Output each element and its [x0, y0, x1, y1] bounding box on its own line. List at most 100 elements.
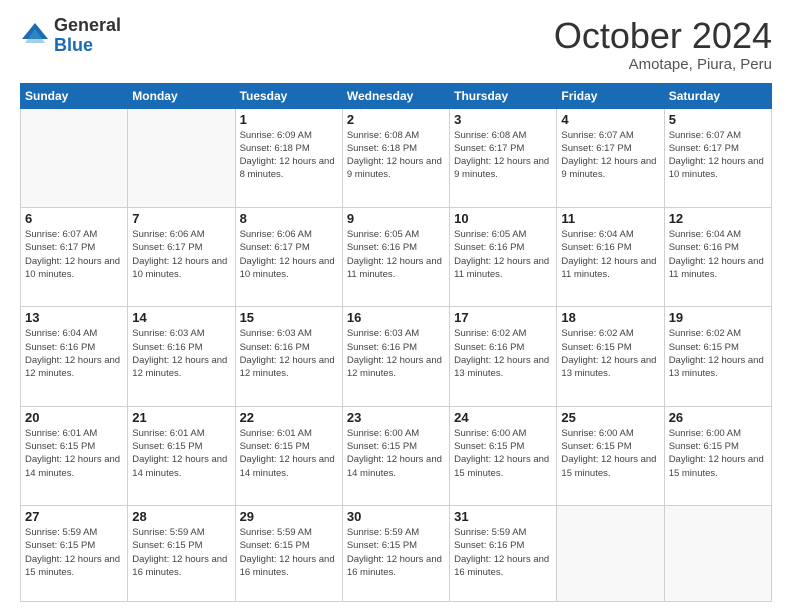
calendar-week-row: 6 Sunrise: 6:07 AM Sunset: 6:17 PM Daylig…	[21, 207, 772, 306]
calendar-cell: 24 Sunrise: 6:00 AM Sunset: 6:15 PM Dayli…	[450, 406, 557, 505]
calendar-cell	[128, 108, 235, 207]
header: General Blue October 2024 Amotape, Piura…	[20, 16, 772, 73]
day-info: Sunrise: 6:07 AM Sunset: 6:17 PM Dayligh…	[561, 129, 659, 182]
calendar-cell: 6 Sunrise: 6:07 AM Sunset: 6:17 PM Daylig…	[21, 207, 128, 306]
calendar-cell: 19 Sunrise: 6:02 AM Sunset: 6:15 PM Dayli…	[664, 307, 771, 406]
calendar-cell: 5Sunrise: 6:07 AM Sunset: 6:17 PM Daylig…	[664, 108, 771, 207]
calendar-cell: 20Sunrise: 6:01 AM Sunset: 6:15 PM Dayli…	[21, 406, 128, 505]
day-info: Sunrise: 6:03 AM Sunset: 6:16 PM Dayligh…	[240, 327, 338, 380]
day-number: 23	[347, 410, 445, 425]
day-info: Sunrise: 5:59 AM Sunset: 6:15 PM Dayligh…	[240, 526, 338, 579]
day-number: 16	[347, 310, 445, 325]
calendar-table: SundayMondayTuesdayWednesdayThursdayFrid…	[20, 83, 772, 602]
calendar-cell: 4 Sunrise: 6:07 AM Sunset: 6:17 PM Daylig…	[557, 108, 664, 207]
day-number: 17	[454, 310, 552, 325]
day-number: 30	[347, 509, 445, 524]
day-number: 18	[561, 310, 659, 325]
calendar-cell: 2 Sunrise: 6:08 AM Sunset: 6:18 PM Daylig…	[342, 108, 449, 207]
day-number: 19	[669, 310, 767, 325]
day-info: Sunrise: 6:03 AM Sunset: 6:16 PM Dayligh…	[132, 327, 230, 380]
day-info: Sunrise: 6:06 AM Sunset: 6:17 PM Dayligh…	[132, 228, 230, 281]
calendar-cell: 21 Sunrise: 6:01 AM Sunset: 6:15 PM Dayli…	[128, 406, 235, 505]
calendar-cell: 23 Sunrise: 6:00 AM Sunset: 6:15 PM Dayli…	[342, 406, 449, 505]
day-info: Sunrise: 5:59 AM Sunset: 6:15 PM Dayligh…	[347, 526, 445, 579]
day-info: Sunrise: 6:07 AM Sunset: 6:17 PM Dayligh…	[25, 228, 123, 281]
calendar-cell: 12 Sunrise: 6:04 AM Sunset: 6:16 PM Dayli…	[664, 207, 771, 306]
day-number: 24	[454, 410, 552, 425]
calendar-cell: 18 Sunrise: 6:02 AM Sunset: 6:15 PM Dayli…	[557, 307, 664, 406]
day-info: Sunrise: 6:08 AM Sunset: 6:18 PM Dayligh…	[347, 129, 445, 182]
calendar-cell: 14 Sunrise: 6:03 AM Sunset: 6:16 PM Dayli…	[128, 307, 235, 406]
day-info: Sunrise: 6:01 AM Sunset: 6:15 PM Dayligh…	[132, 427, 230, 480]
calendar-cell: 27 Sunrise: 5:59 AM Sunset: 6:15 PM Dayli…	[21, 506, 128, 602]
day-number: 3	[454, 112, 552, 127]
day-number: 13	[25, 310, 123, 325]
day-number: 8	[240, 211, 338, 226]
calendar-day-header: Friday	[557, 83, 664, 108]
calendar-week-row: 20Sunrise: 6:01 AM Sunset: 6:15 PM Dayli…	[21, 406, 772, 505]
day-number: 22	[240, 410, 338, 425]
logo-general-text: General	[54, 15, 121, 35]
day-number: 26	[669, 410, 767, 425]
calendar-cell: 1 Sunrise: 6:09 AM Sunset: 6:18 PM Daylig…	[235, 108, 342, 207]
calendar-cell: 16 Sunrise: 6:03 AM Sunset: 6:16 PM Dayli…	[342, 307, 449, 406]
logo-blue-text: Blue	[54, 35, 93, 55]
day-info: Sunrise: 5:59 AM Sunset: 6:15 PM Dayligh…	[25, 526, 123, 579]
title-block: October 2024 Amotape, Piura, Peru	[554, 16, 772, 73]
day-number: 29	[240, 509, 338, 524]
calendar-cell: 10Sunrise: 6:05 AM Sunset: 6:16 PM Dayli…	[450, 207, 557, 306]
calendar-week-row: 1 Sunrise: 6:09 AM Sunset: 6:18 PM Daylig…	[21, 108, 772, 207]
day-info: Sunrise: 6:04 AM Sunset: 6:16 PM Dayligh…	[561, 228, 659, 281]
day-info: Sunrise: 6:00 AM Sunset: 6:15 PM Dayligh…	[454, 427, 552, 480]
calendar-cell	[664, 506, 771, 602]
location: Amotape, Piura, Peru	[554, 56, 772, 73]
day-info: Sunrise: 6:04 AM Sunset: 6:16 PM Dayligh…	[669, 228, 767, 281]
day-number: 27	[25, 509, 123, 524]
day-number: 21	[132, 410, 230, 425]
day-number: 5	[669, 112, 767, 127]
calendar-cell: 8Sunrise: 6:06 AM Sunset: 6:17 PM Daylig…	[235, 207, 342, 306]
day-number: 1	[240, 112, 338, 127]
calendar-cell: 28Sunrise: 5:59 AM Sunset: 6:15 PM Dayli…	[128, 506, 235, 602]
calendar-cell: 15Sunrise: 6:03 AM Sunset: 6:16 PM Dayli…	[235, 307, 342, 406]
day-number: 14	[132, 310, 230, 325]
calendar-day-header: Wednesday	[342, 83, 449, 108]
day-info: Sunrise: 6:09 AM Sunset: 6:18 PM Dayligh…	[240, 129, 338, 182]
day-number: 6	[25, 211, 123, 226]
calendar-header-row: SundayMondayTuesdayWednesdayThursdayFrid…	[21, 83, 772, 108]
day-number: 7	[132, 211, 230, 226]
day-number: 2	[347, 112, 445, 127]
calendar-day-header: Tuesday	[235, 83, 342, 108]
day-info: Sunrise: 6:03 AM Sunset: 6:16 PM Dayligh…	[347, 327, 445, 380]
day-info: Sunrise: 6:00 AM Sunset: 6:15 PM Dayligh…	[561, 427, 659, 480]
day-number: 12	[669, 211, 767, 226]
calendar-cell: 11 Sunrise: 6:04 AM Sunset: 6:16 PM Dayli…	[557, 207, 664, 306]
calendar-cell: 7 Sunrise: 6:06 AM Sunset: 6:17 PM Daylig…	[128, 207, 235, 306]
calendar-cell: 22Sunrise: 6:01 AM Sunset: 6:15 PM Dayli…	[235, 406, 342, 505]
calendar-day-header: Sunday	[21, 83, 128, 108]
calendar-cell: 31 Sunrise: 5:59 AM Sunset: 6:16 PM Dayli…	[450, 506, 557, 602]
calendar-cell: 25Sunrise: 6:00 AM Sunset: 6:15 PM Dayli…	[557, 406, 664, 505]
logo-icon	[20, 21, 50, 51]
calendar-cell: 3 Sunrise: 6:08 AM Sunset: 6:17 PM Daylig…	[450, 108, 557, 207]
calendar-cell: 13Sunrise: 6:04 AM Sunset: 6:16 PM Dayli…	[21, 307, 128, 406]
day-number: 31	[454, 509, 552, 524]
calendar-cell: 26Sunrise: 6:00 AM Sunset: 6:15 PM Dayli…	[664, 406, 771, 505]
calendar-day-header: Saturday	[664, 83, 771, 108]
calendar-week-row: 27 Sunrise: 5:59 AM Sunset: 6:15 PM Dayli…	[21, 506, 772, 602]
day-info: Sunrise: 6:02 AM Sunset: 6:15 PM Dayligh…	[669, 327, 767, 380]
calendar-week-row: 13Sunrise: 6:04 AM Sunset: 6:16 PM Dayli…	[21, 307, 772, 406]
day-info: Sunrise: 6:02 AM Sunset: 6:15 PM Dayligh…	[561, 327, 659, 380]
day-number: 11	[561, 211, 659, 226]
calendar-cell: 30 Sunrise: 5:59 AM Sunset: 6:15 PM Dayli…	[342, 506, 449, 602]
day-number: 10	[454, 211, 552, 226]
day-info: Sunrise: 6:00 AM Sunset: 6:15 PM Dayligh…	[347, 427, 445, 480]
day-info: Sunrise: 6:05 AM Sunset: 6:16 PM Dayligh…	[347, 228, 445, 281]
day-info: Sunrise: 6:01 AM Sunset: 6:15 PM Dayligh…	[25, 427, 123, 480]
day-number: 4	[561, 112, 659, 127]
day-info: Sunrise: 6:08 AM Sunset: 6:17 PM Dayligh…	[454, 129, 552, 182]
calendar-cell: 9Sunrise: 6:05 AM Sunset: 6:16 PM Daylig…	[342, 207, 449, 306]
day-number: 28	[132, 509, 230, 524]
page: General Blue October 2024 Amotape, Piura…	[0, 0, 792, 612]
day-info: Sunrise: 5:59 AM Sunset: 6:16 PM Dayligh…	[454, 526, 552, 579]
